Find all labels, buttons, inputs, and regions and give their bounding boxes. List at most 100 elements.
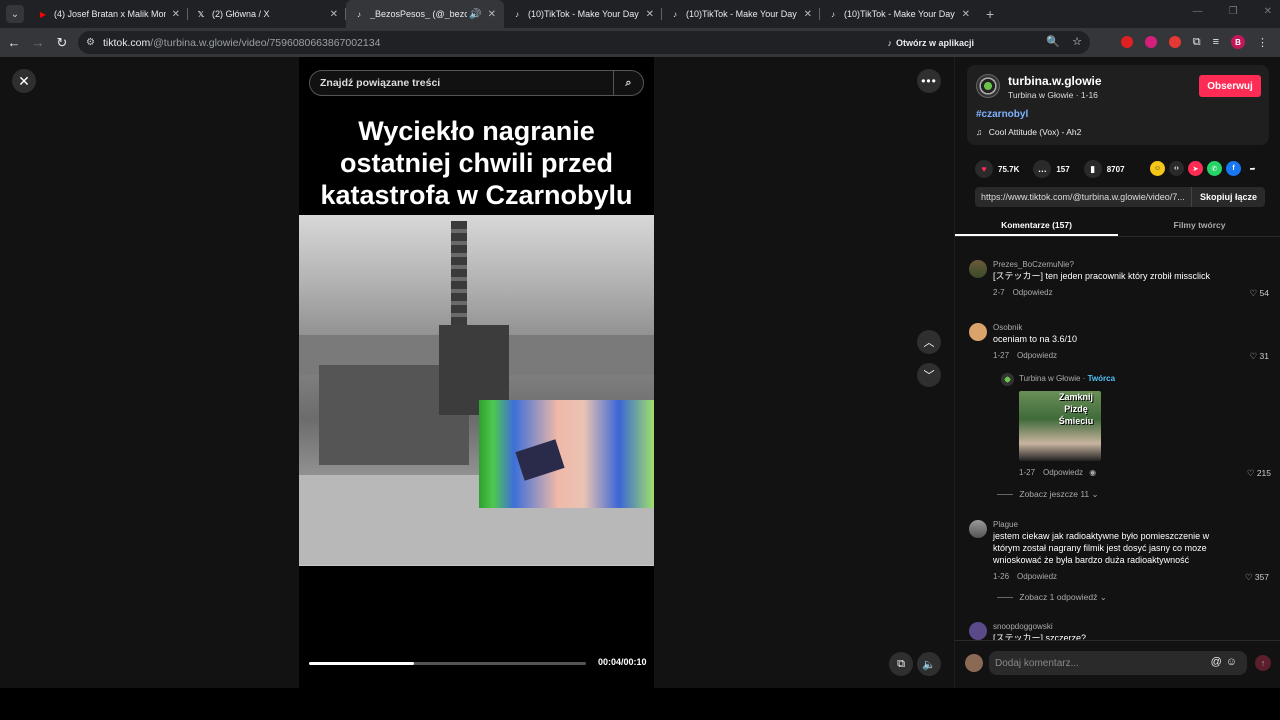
video-progress-fill	[309, 662, 415, 665]
browser-tab[interactable]: ♪ (10)TikTok - Make Your Day ✕	[504, 0, 662, 28]
like-button[interactable]: ♥ 75.7K	[975, 160, 1019, 178]
browser-tab[interactable]: ♪ (10)TikTok - Make Your Day ✕	[820, 0, 978, 28]
comment-button[interactable]: … 157	[1033, 160, 1070, 178]
comment-meta: 2-7 Odpowiedz	[993, 288, 1053, 297]
tab-search-chevron-icon[interactable]: ⌄	[6, 5, 24, 23]
floating-player-icon[interactable]: ⧉	[889, 652, 913, 676]
tiktok-icon: ♪	[515, 9, 519, 19]
sticker-image[interactable]: Zamknij Pizdę Śmieciu	[1019, 391, 1101, 461]
embed-icon[interactable]: ‹›	[1169, 161, 1184, 176]
chevron-down-icon: ⌄	[1099, 592, 1107, 602]
reply-button[interactable]: Odpowiedz	[1043, 468, 1083, 477]
extension-icon[interactable]	[1168, 36, 1181, 48]
new-tab-icon[interactable]: +	[986, 6, 994, 22]
hashtag-link[interactable]: #czarnobyl	[976, 109, 1028, 120]
browser-tab[interactable]: ▶ (4) Josef Bratan x Malik Montana ✕	[30, 0, 188, 28]
comment-input[interactable]: Dodaj komentarz... @☺	[989, 651, 1247, 675]
emoji-share-icon[interactable]: ☺	[1150, 161, 1165, 176]
tab-close-icon[interactable]: ✕	[488, 9, 496, 20]
open-in-app-button[interactable]: ♪ Otwórz w aplikacji	[887, 35, 974, 50]
emoji-icon[interactable]: ☺	[1226, 656, 1241, 668]
creator-avatar[interactable]	[1001, 373, 1014, 386]
reply-button[interactable]: Odpowiedz	[1017, 572, 1057, 581]
commenter-avatar[interactable]	[969, 622, 987, 640]
mention-icon[interactable]: @	[1211, 656, 1226, 668]
browser-tab[interactable]: ♪ (10)TikTok - Make Your Day ✕	[662, 0, 820, 28]
tab-comments[interactable]: Komentarze (157)	[955, 215, 1118, 236]
send-comment-button[interactable]: ↑	[1255, 655, 1271, 671]
browser-menu-icon[interactable]: ⋮	[1257, 36, 1268, 49]
commenter-name[interactable]: Plague	[993, 520, 1018, 529]
facebook-icon[interactable]: f	[1226, 161, 1241, 176]
related-search-input[interactable]: Znajdź powiązane treści ⌕	[309, 70, 644, 96]
reply-button[interactable]: Odpowiedz	[1017, 351, 1057, 360]
share-url-text: https://www.tiktok.com/@turbina.w.glowie…	[981, 192, 1185, 202]
comment-item: snoopdoggowski [ステッカー] szczerze?	[969, 622, 1269, 640]
media-control-icon[interactable]: ≡	[1213, 36, 1219, 48]
minimize-icon[interactable]: —	[1193, 6, 1203, 17]
reload-icon[interactable]: ↻	[50, 35, 74, 51]
commenter-name[interactable]: Prezes_BoCzemuNie?	[993, 260, 1074, 269]
sticker-text: Zamknij Pizdę Śmieciu	[1058, 392, 1094, 426]
next-video-icon[interactable]: ﹀	[917, 363, 941, 387]
author-info-card: turbina.w.glowie Turbina w Głowie · 1-16…	[967, 65, 1269, 145]
url-input[interactable]: ⚙ tiktok.com /@turbina.w.glowie/video/75…	[78, 31, 1090, 54]
commenter-avatar[interactable]	[969, 520, 987, 538]
heart-icon: ♥	[975, 160, 993, 178]
search-icon[interactable]: ⌕	[613, 71, 643, 95]
copy-link-button[interactable]: Skopiuj łącze	[1190, 187, 1265, 207]
reply-button[interactable]: Odpowiedz	[1013, 288, 1053, 297]
commenter-avatar[interactable]	[969, 260, 987, 278]
video-progress-bar[interactable]	[309, 662, 586, 665]
music-link[interactable]: ♫ Cool Attitude (Vox) - Ah2	[976, 127, 1081, 137]
commenter-name[interactable]: Osobnik	[993, 323, 1022, 332]
comment-like[interactable]: ♡ 54	[1250, 288, 1269, 299]
more-options-icon[interactable]: •••	[917, 69, 941, 93]
view-more-replies[interactable]: Zobacz jeszcze 11 ⌄	[997, 489, 1098, 500]
comment-like[interactable]: ♡ 31	[1250, 351, 1269, 362]
tab-close-icon[interactable]: ✕	[804, 9, 812, 20]
extensions-puzzle-icon[interactable]: ⧉	[1193, 36, 1201, 49]
author-avatar[interactable]	[976, 74, 1000, 98]
video-time: 00:04/00:10	[598, 657, 647, 667]
tab-audio-icon[interactable]: 🔊	[469, 9, 481, 20]
view-more-replies[interactable]: Zobacz 1 odpowiedź ⌄	[997, 592, 1107, 603]
whatsapp-icon[interactable]: ✆	[1207, 161, 1222, 176]
share-arrow-icon[interactable]: ➦	[1245, 161, 1260, 176]
extension-icon[interactable]	[1120, 36, 1133, 48]
site-info-icon[interactable]: ⚙	[86, 37, 95, 48]
save-button[interactable]: ▮ 8707	[1083, 160, 1125, 178]
volume-icon[interactable]: 🔈	[917, 652, 941, 676]
browser-tab-active[interactable]: ♪ _BezosPesos_ (@_bezospesos_) 🔊 ✕	[346, 0, 504, 28]
extension-icon[interactable]	[1144, 36, 1157, 48]
share-url-field[interactable]: https://www.tiktok.com/@turbina.w.glowie…	[975, 187, 1265, 207]
previous-video-icon[interactable]: ︿	[917, 330, 941, 354]
tab-close-icon[interactable]: ✕	[646, 9, 654, 20]
tab-close-icon[interactable]: ✕	[962, 9, 970, 20]
zoom-icon[interactable]: 🔍	[1046, 35, 1060, 48]
tab-close-icon[interactable]: ✕	[330, 9, 338, 20]
author-username[interactable]: turbina.w.glowie	[1008, 74, 1102, 88]
comment-like[interactable]: ♡ 357	[1245, 572, 1269, 583]
tiktok-icon: ♪	[673, 9, 677, 19]
comment-text: [ステッカー] szczerze?	[993, 633, 1087, 640]
send-icon[interactable]: ➤	[1188, 161, 1203, 176]
commenter-avatar[interactable]	[969, 323, 987, 341]
bookmark-star-icon[interactable]: ☆	[1072, 35, 1082, 48]
creator-liked-icon: ◉	[1089, 468, 1097, 477]
back-icon[interactable]: ←	[2, 35, 26, 50]
forward-icon[interactable]: →	[26, 35, 50, 50]
tab-creator-videos[interactable]: Filmy twórcy	[1118, 215, 1280, 236]
restore-icon[interactable]: ❐	[1229, 6, 1238, 17]
follow-button[interactable]: Obserwuj	[1199, 75, 1261, 97]
tiktok-icon: ♪	[887, 37, 892, 48]
commenter-name[interactable]: snoopdoggowski	[993, 622, 1053, 631]
window-close-icon[interactable]: ✕	[1264, 6, 1272, 17]
comment-like[interactable]: ♡ 215	[1247, 468, 1271, 479]
comment-meta: 1-27 Odpowiedz	[993, 351, 1058, 360]
close-icon[interactable]: ✕	[12, 69, 36, 93]
browser-tab[interactable]: 𝕏 (2) Główna / X ✕	[188, 0, 346, 28]
video-player[interactable]: Znajdź powiązane treści ⌕ Wyciekło nagra…	[299, 57, 654, 688]
tab-close-icon[interactable]: ✕	[172, 9, 180, 20]
profile-avatar[interactable]: B	[1231, 35, 1245, 49]
